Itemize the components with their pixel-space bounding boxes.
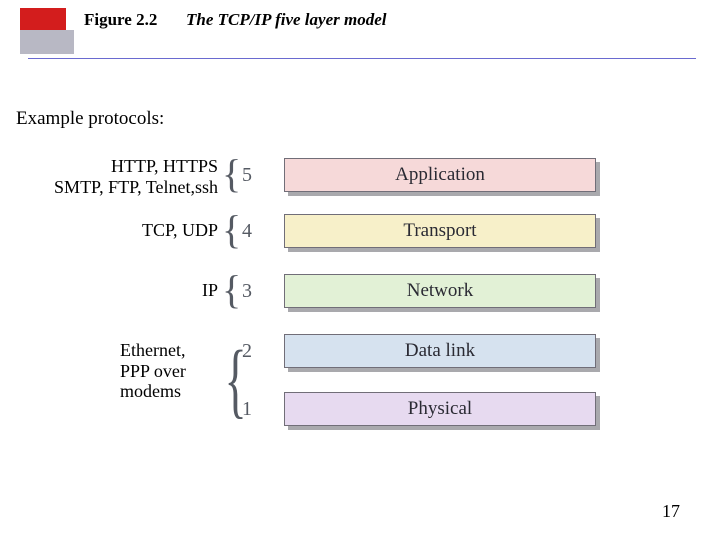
proto-phys-datalink: Ethernet, PPP over modems [120, 340, 220, 402]
proto-phys-l3: modems [120, 381, 181, 401]
proto-phys-l1: Ethernet, [120, 340, 185, 360]
proto-layer-3: IP [10, 280, 218, 301]
layer-label-4: Transport [284, 214, 596, 248]
example-protocols-label: Example protocols: [16, 108, 164, 130]
brace-l4: { [222, 210, 240, 250]
brace-l5: { [222, 154, 240, 194]
figure-title: The TCP/IP five layer model [186, 10, 386, 30]
layer-label-3: Network [284, 274, 596, 308]
brace-phys-datalink: { [225, 352, 236, 411]
slide-header: Figure 2.2 The TCP/IP five layer model [20, 8, 700, 44]
num-l4: 4 [242, 220, 252, 243]
brace-l3: { [222, 270, 240, 310]
layer-box-5: Application [284, 158, 596, 192]
page-number: 17 [662, 501, 680, 522]
layer-box-1: Physical [284, 392, 596, 426]
header-underline [28, 58, 696, 59]
header-shadow [20, 30, 74, 54]
row-layer-1: 1 Physical [0, 392, 720, 438]
proto-l5-line1: HTTP, HTTPS [111, 156, 218, 176]
row-layer-2: 2 Data link [0, 334, 720, 380]
row-layer-5: HTTP, HTTPS SMTP, FTP, Telnet,ssh { 5 Ap… [0, 158, 720, 204]
figure-number: Figure 2.2 [84, 10, 157, 30]
layer-box-4: Transport [284, 214, 596, 248]
proto-layer-4: TCP, UDP [10, 220, 218, 241]
header-red-box [20, 8, 66, 30]
layer-label-2: Data link [284, 334, 596, 368]
proto-l5-line2: SMTP, FTP, Telnet,ssh [54, 177, 218, 197]
row-layer-4: TCP, UDP { 4 Transport [0, 214, 720, 260]
proto-layer-5: HTTP, HTTPS SMTP, FTP, Telnet,ssh [10, 156, 218, 197]
layer-box-3: Network [284, 274, 596, 308]
layer-label-1: Physical [284, 392, 596, 426]
proto-phys-l2: PPP over [120, 361, 186, 381]
layer-label-5: Application [284, 158, 596, 192]
row-layer-3: IP { 3 Network [0, 274, 720, 320]
num-l5: 5 [242, 164, 252, 187]
num-l3: 3 [242, 280, 252, 303]
layer-box-2: Data link [284, 334, 596, 368]
